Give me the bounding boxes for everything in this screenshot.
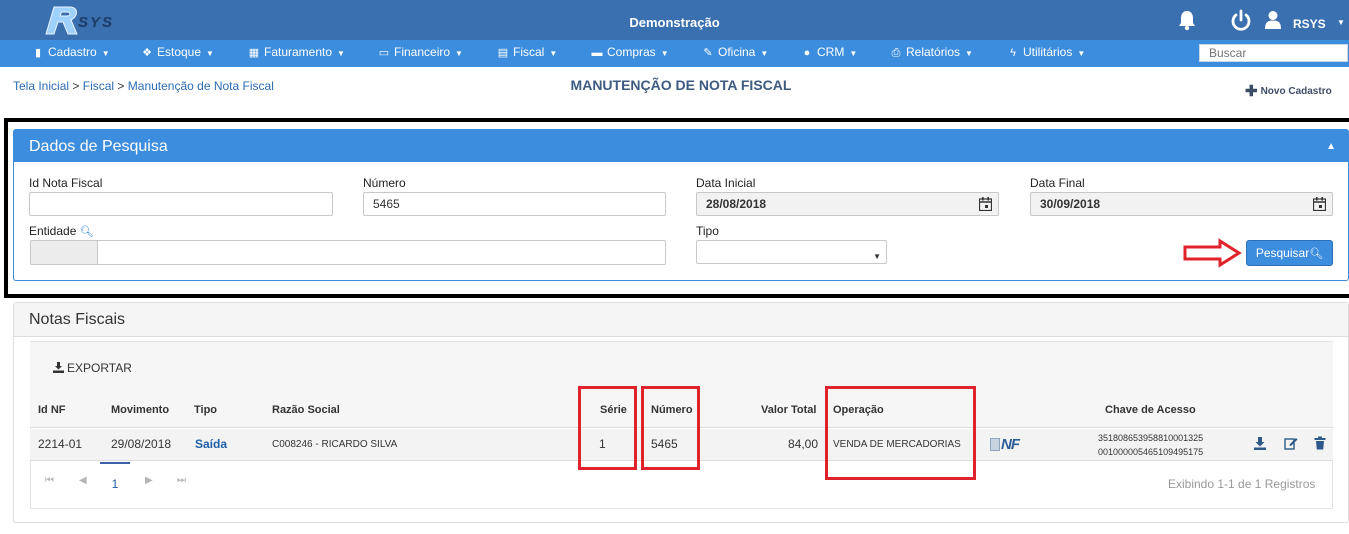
menu-item-compras[interactable]: ▬ Compras ▼: [591, 40, 669, 67]
data-final-field[interactable]: 30/09/2018: [1030, 192, 1333, 216]
tipo-label: Tipo: [696, 224, 719, 238]
first-page-icon[interactable]: ⏮: [45, 475, 54, 486]
book-icon: ▮: [34, 47, 42, 59]
chevron-down-icon[interactable]: ▼: [1337, 18, 1345, 27]
cell-id: 2214-01: [38, 437, 83, 451]
chevron-down-icon: ▼: [760, 49, 769, 58]
id-nota-label: Id Nota Fiscal: [29, 176, 103, 190]
cell-chave-acesso: 35180865395881000132​5 00100000546510949…: [1098, 433, 1204, 457]
menu-item-oficina[interactable]: ✎ Oficina ▼: [702, 40, 768, 67]
nfe-icon[interactable]: NF: [990, 436, 1020, 453]
cell-razao-social: C008246 - RICARDO SILVA: [272, 439, 398, 450]
col-id-nf[interactable]: Id NF: [38, 404, 66, 416]
col-tipo[interactable]: Tipo: [194, 404, 217, 416]
cell-movimento: 29/08/2018: [111, 437, 172, 451]
tipo-select[interactable]: ▼: [696, 240, 887, 264]
numero-field[interactable]: 5465: [363, 192, 666, 216]
download-icon: [53, 362, 64, 373]
chevron-down-icon: ▼: [206, 49, 214, 58]
entidade-label: Entidade 🔍︎: [29, 224, 94, 238]
calculator-icon: ▦: [248, 47, 260, 59]
col-movimento[interactable]: Movimento: [111, 404, 169, 416]
app-title: Demonstração: [629, 15, 720, 30]
download-icon[interactable]: [1253, 436, 1267, 450]
user-name[interactable]: RSYS: [1293, 17, 1326, 31]
chevron-down-icon: ▼: [101, 49, 110, 58]
trash-icon[interactable]: [1313, 436, 1327, 450]
bell-icon[interactable]: [1176, 9, 1198, 31]
chevron-down-icon: ▼: [660, 49, 669, 58]
col-valor-total[interactable]: Valor Total: [761, 404, 816, 416]
search-icon[interactable]: 🔍︎: [80, 226, 94, 238]
user-icon[interactable]: [1264, 10, 1282, 30]
wrench-icon: ✎: [703, 47, 713, 59]
print-icon: ⎙: [891, 47, 901, 59]
money-icon: ▭: [378, 47, 390, 59]
chevron-down-icon: ▼: [337, 49, 345, 58]
col-chave-acesso[interactable]: Chave de Acesso: [1105, 404, 1196, 416]
top-bar: SYS Demonstração RSYS ▼: [0, 0, 1349, 40]
menu-item-faturamento[interactable]: ▦ Faturamento ▼: [248, 40, 345, 67]
menu-item-relatorios[interactable]: ⎙ Relatórios ▼: [890, 40, 973, 67]
menu-item-financeiro[interactable]: ▭ Financeiro ▼: [378, 40, 463, 67]
chevron-down-icon: ▼: [455, 49, 463, 58]
cell-tipo: Saída: [195, 437, 228, 451]
data-inicial-label: Data Inicial: [696, 176, 756, 190]
chevron-down-icon: ▼: [549, 49, 558, 58]
page-title: MANUTENÇÃO DE NOTA FISCAL: [570, 77, 792, 93]
menu-item-utilitarios[interactable]: ϟ Utilitários ▼: [1007, 40, 1085, 67]
data-final-label: Data Final: [1030, 176, 1085, 190]
menu-item-estoque[interactable]: ❖ Estoque ▼: [141, 40, 214, 67]
edit-icon[interactable]: [1284, 436, 1298, 450]
annotation-box-operacao: [825, 386, 976, 480]
pesquisar-button[interactable]: Pesquisar🔍︎: [1246, 240, 1333, 266]
truck-icon: ▬: [591, 47, 603, 59]
menu-item-cadastro[interactable]: ▮ Cadastro ▼: [32, 40, 110, 67]
users-icon: ●: [803, 47, 811, 59]
entidade-code-field[interactable]: [30, 240, 98, 265]
menu-item-crm[interactable]: ● CRM ▼: [801, 40, 858, 67]
document-icon: ▤: [497, 47, 509, 59]
chevron-down-icon: ▼: [1077, 49, 1086, 58]
plus-icon: ✚: [1245, 83, 1258, 100]
data-inicial-field[interactable]: 28/08/2018: [696, 192, 999, 216]
entidade-field[interactable]: [97, 240, 666, 265]
calendar-icon[interactable]: [1313, 197, 1326, 211]
col-razao-social[interactable]: Razão Social: [272, 404, 340, 416]
annotation-box-serie: [578, 386, 637, 470]
numero-label: Número: [363, 176, 406, 190]
last-page-icon[interactable]: ⏭: [177, 475, 186, 486]
chevron-down-icon: ▼: [849, 49, 858, 58]
power-icon[interactable]: [1230, 9, 1252, 31]
document-icon: [990, 438, 1000, 451]
cell-valor-total: 84,00: [788, 437, 819, 451]
notas-panel-title: Notas Fiscais: [14, 303, 1348, 337]
search-icon: 🔍︎: [1309, 248, 1324, 260]
bolt-icon: ϟ: [1010, 47, 1016, 59]
new-record-button[interactable]: ✚ Novo Cadastro: [1245, 80, 1332, 100]
export-button[interactable]: EXPORTAR: [53, 361, 132, 375]
chevron-down-icon: ▼: [965, 49, 973, 58]
annotation-box-numero: [641, 386, 700, 470]
chevron-down-icon: ▼: [873, 252, 881, 261]
main-menu: ▮ Cadastro ▼ ❖ Estoque ▼ ▦ Faturamento ▼ ▭ Fina…: [0, 40, 1349, 67]
records-summary: Exibindo 1-1 de 1 Registros: [1168, 477, 1316, 491]
menu-item-fiscal[interactable]: ▤ Fiscal ▼: [497, 40, 557, 67]
id-nota-field[interactable]: [29, 192, 333, 216]
next-page-icon[interactable]: ▶: [145, 475, 153, 486]
annotation-arrow: [1183, 238, 1242, 268]
current-page[interactable]: 1: [100, 462, 130, 492]
calendar-icon[interactable]: [979, 197, 992, 211]
search-input[interactable]: [1199, 44, 1348, 62]
prev-page-icon[interactable]: ◀: [79, 475, 87, 486]
cubes-icon: ❖: [142, 47, 152, 59]
